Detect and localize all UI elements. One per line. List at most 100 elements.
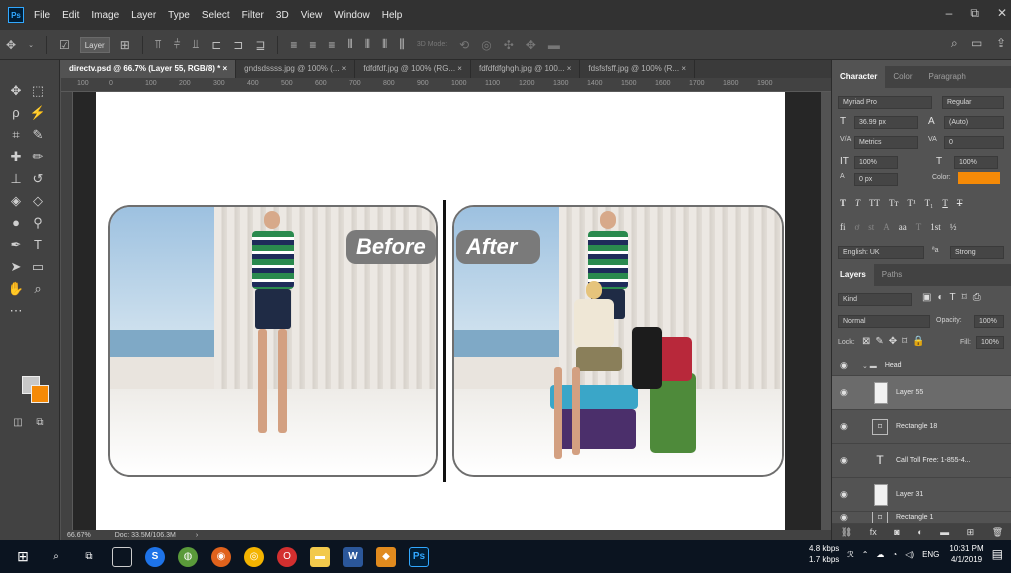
layer-row[interactable]: ◉ ⌑ Rectangle 18 bbox=[832, 410, 1011, 444]
menu-layer[interactable]: Layer bbox=[131, 10, 156, 21]
kerning-field[interactable]: Metrics bbox=[854, 136, 918, 149]
menu-select[interactable]: Select bbox=[202, 10, 230, 21]
menu-filter[interactable]: Filter bbox=[242, 10, 264, 21]
windows-start-icon[interactable]: ⊞ bbox=[13, 547, 33, 567]
tab-color[interactable]: Color bbox=[885, 66, 920, 88]
clone-stamp-tool-icon[interactable]: ⊥ bbox=[6, 170, 26, 188]
visibility-eye-icon[interactable]: ◉ bbox=[840, 387, 852, 398]
strikethrough-button[interactable]: T bbox=[957, 198, 963, 208]
menu-help[interactable]: Help bbox=[382, 10, 403, 21]
word-icon[interactable]: W bbox=[343, 546, 363, 567]
distribute-top-icon[interactable]: ≡ bbox=[290, 38, 297, 52]
horizontal-scale-field[interactable]: 100% bbox=[954, 156, 998, 169]
tab-fdfdfdf[interactable]: fdfdfdf.jpg @ 100% (RG... × bbox=[355, 60, 471, 78]
firefox-icon[interactable]: ◉ bbox=[211, 546, 231, 567]
font-style-select[interactable]: Regular bbox=[942, 96, 1004, 109]
antialias-select[interactable]: Strong bbox=[950, 246, 1004, 259]
distribute-right-icon[interactable]: ⦀ bbox=[382, 37, 387, 52]
blend-mode-select[interactable]: Normal bbox=[838, 315, 930, 328]
layer-row-group[interactable]: ◉ ⌄ ▬ Head bbox=[832, 356, 1011, 376]
lasso-tool-icon[interactable]: ρ bbox=[6, 104, 26, 122]
distribute-vcenter-icon[interactable]: ≡ bbox=[309, 38, 316, 52]
underline-button[interactable]: T bbox=[942, 198, 948, 208]
blur-tool-icon[interactable]: ● bbox=[6, 214, 26, 232]
ligatures-button[interactable]: fi bbox=[840, 222, 846, 232]
chrome-icon[interactable]: ◎ bbox=[244, 546, 264, 567]
quick-mask-icon[interactable]: ◫ bbox=[8, 414, 28, 432]
history-brush-tool-icon[interactable]: ↺ bbox=[28, 170, 48, 188]
leading-field[interactable]: (Auto) bbox=[944, 116, 1004, 129]
tab-fdfdfdfghgh[interactable]: fdfdfdfghgh.jpg @ 100... × bbox=[471, 60, 581, 78]
screen-mode-icon[interactable]: ⧉ bbox=[30, 414, 50, 432]
align-left-icon[interactable]: ⊏ bbox=[211, 38, 221, 52]
menu-file[interactable]: File bbox=[34, 10, 50, 21]
alternates-button[interactable]: A bbox=[883, 222, 890, 232]
link-layers-icon[interactable]: ⛓ bbox=[841, 527, 852, 538]
ordinals-st-button[interactable]: 1st bbox=[930, 222, 941, 232]
layer-row[interactable]: ◉ Layer 31 bbox=[832, 478, 1011, 512]
horizontal-ruler[interactable]: 100 0 100 200 300 400 500 600 700 800 90… bbox=[61, 78, 831, 92]
more-tools-icon[interactable]: ⋯ bbox=[6, 302, 26, 320]
before-label[interactable]: Before bbox=[346, 230, 436, 264]
ordinals-button[interactable]: T bbox=[916, 222, 922, 232]
tab-paragraph[interactable]: Paragraph bbox=[920, 66, 973, 88]
people-icon[interactable]: ℛ bbox=[847, 550, 853, 559]
close-button[interactable]: ✕ bbox=[997, 6, 1007, 21]
wifi-icon[interactable]: ◔ bbox=[892, 550, 897, 559]
pen-tool-icon[interactable]: ✒ bbox=[6, 236, 26, 254]
align-vcenter-icon[interactable]: ⫩ bbox=[174, 37, 181, 52]
menu-edit[interactable]: Edit bbox=[62, 10, 79, 21]
type-tool-icon[interactable]: T bbox=[28, 236, 48, 254]
layer-filter-select[interactable]: Kind bbox=[838, 293, 912, 306]
document-canvas[interactable]: Before After bbox=[96, 92, 785, 530]
explorer-window-icon[interactable] bbox=[112, 546, 132, 567]
tracking-field[interactable]: 0 bbox=[944, 136, 1004, 149]
zoom-level[interactable]: 66.67% bbox=[67, 532, 91, 539]
faux-bold-button[interactable]: T bbox=[840, 198, 846, 208]
canvas-area[interactable]: Before After bbox=[73, 92, 821, 530]
old-style-button[interactable]: ơ bbox=[855, 222, 860, 232]
new-group-icon[interactable]: ▬ bbox=[940, 527, 949, 537]
tab-character[interactable]: Character bbox=[832, 66, 886, 88]
subscript-button[interactable]: T₁ bbox=[925, 198, 934, 208]
path-selection-tool-icon[interactable]: ➤ bbox=[6, 258, 26, 276]
share-icon[interactable]: ⇪ bbox=[996, 36, 1006, 50]
tab-directv-psd[interactable]: directv.psd @ 66.7% (Layer 55, RGB/8) * … bbox=[61, 60, 237, 78]
dodge-tool-icon[interactable]: ⚲ bbox=[28, 214, 48, 232]
crop-tool-icon[interactable]: ⌗ bbox=[6, 126, 26, 144]
tab-paths[interactable]: Paths bbox=[874, 264, 910, 286]
chevron-down-icon[interactable]: ⌄ bbox=[28, 41, 34, 49]
superscript-button[interactable]: T¹ bbox=[907, 198, 915, 208]
brush-tool-icon[interactable]: ✏ bbox=[28, 148, 48, 166]
tab-gndsdssss[interactable]: gndsdssss.jpg @ 100% (... × bbox=[236, 60, 356, 78]
chevron-right-icon[interactable]: › bbox=[196, 532, 198, 539]
align-hcenter-icon[interactable]: ⊐ bbox=[233, 38, 243, 52]
faux-italic-button[interactable]: T bbox=[855, 198, 860, 208]
3d-slide-icon[interactable]: ✥ bbox=[526, 38, 536, 52]
volume-icon[interactable]: ◁) bbox=[905, 550, 914, 559]
menu-3d[interactable]: 3D bbox=[276, 10, 289, 21]
distribute-hcenter-icon[interactable]: ⦀ bbox=[365, 37, 370, 52]
tab-layers[interactable]: Layers bbox=[832, 264, 874, 286]
auto-select-checkbox[interactable]: ☑ bbox=[59, 38, 70, 52]
titling-button[interactable]: aa bbox=[899, 222, 907, 232]
hand-tool-icon[interactable]: ✋ bbox=[6, 280, 26, 298]
align-top-icon[interactable]: ⫪ bbox=[155, 37, 162, 52]
photoshop-taskbar-icon[interactable]: Ps bbox=[409, 546, 429, 567]
new-layer-icon[interactable]: ⊞ bbox=[967, 527, 975, 538]
font-size-field[interactable]: 36.99 px bbox=[854, 116, 918, 129]
3d-pan-icon[interactable]: ✣ bbox=[504, 38, 514, 52]
workspace-icon[interactable]: ▭ bbox=[971, 36, 982, 50]
file-explorer-icon[interactable]: ▬ bbox=[310, 546, 330, 567]
move-tool-icon[interactable]: ✥ bbox=[6, 38, 16, 52]
vertical-scale-field[interactable]: 100% bbox=[854, 156, 898, 169]
menu-type[interactable]: Type bbox=[168, 10, 190, 21]
tab-fdsfsfsff[interactable]: fdsfsfsff.jpg @ 100% (R... × bbox=[580, 60, 695, 78]
visibility-eye-icon[interactable]: ◉ bbox=[840, 360, 852, 371]
text-color-swatch[interactable] bbox=[958, 172, 1000, 184]
font-family-select[interactable]: Myriad Pro bbox=[838, 96, 932, 109]
gradient-tool-icon[interactable]: ◇ bbox=[28, 192, 48, 210]
minimize-button[interactable]: – bbox=[946, 6, 953, 21]
3d-roll-icon[interactable]: ◎ bbox=[481, 38, 491, 52]
visibility-eye-icon[interactable]: ◉ bbox=[840, 512, 852, 523]
